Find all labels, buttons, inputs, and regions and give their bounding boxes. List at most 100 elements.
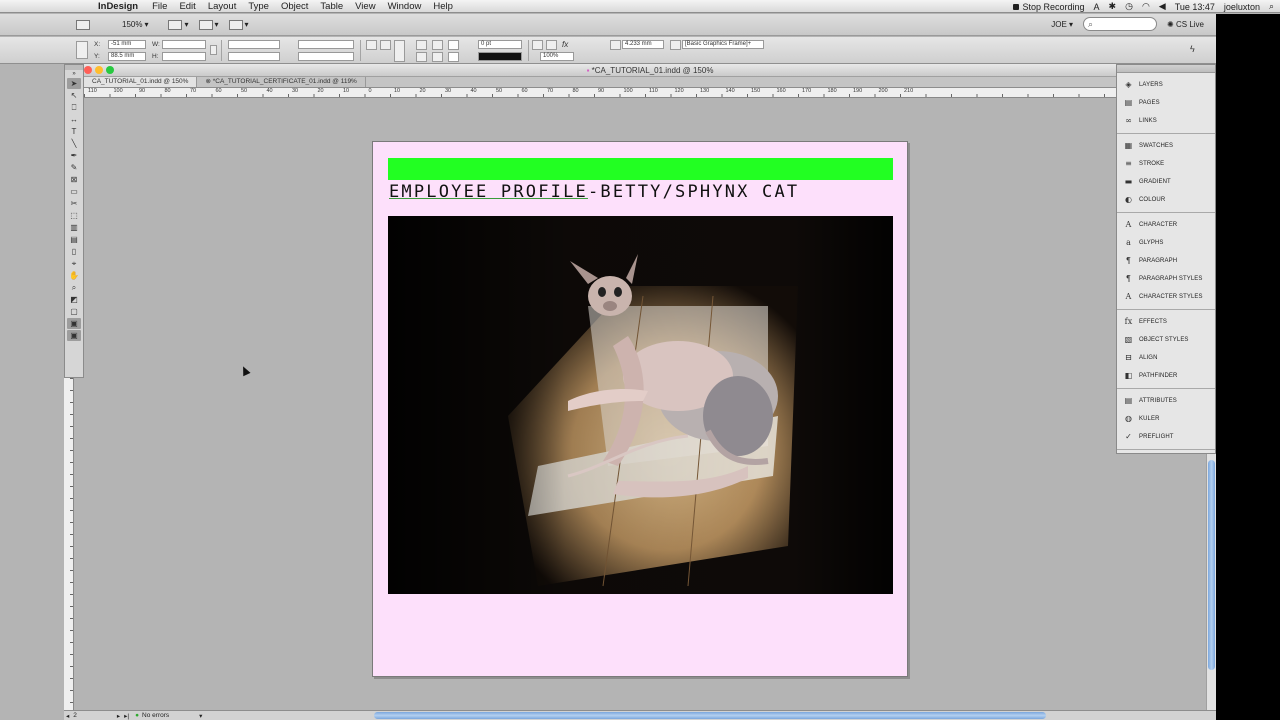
direct-selection-tool-icon[interactable]: ↖ <box>67 90 81 101</box>
height-field[interactable] <box>162 52 206 61</box>
app-menu[interactable]: InDesign <box>98 1 138 12</box>
scissors-tool-icon[interactable]: ✂ <box>67 198 81 209</box>
panel-item-character[interactable]: A CHARACTER <box>1117 216 1215 234</box>
zoom-tool-icon[interactable]: ⌕ <box>67 282 81 293</box>
eyedropper-tool-icon[interactable]: ⌖ <box>67 258 81 269</box>
close-icon[interactable] <box>84 66 92 74</box>
pencil-tool-icon[interactable]: ✎ <box>67 162 81 173</box>
flip-vertical-icon[interactable] <box>416 52 427 62</box>
flip-horizontal-icon[interactable] <box>416 40 427 50</box>
fit-content-icon[interactable] <box>532 40 543 50</box>
clock[interactable]: Tue 13:47 <box>1175 2 1215 12</box>
stroke-swatch-icon[interactable] <box>448 52 459 62</box>
panel-item-pathfinder[interactable]: ◧ PATHFINDER <box>1117 367 1215 385</box>
adobe-icon[interactable]: A <box>1094 2 1100 12</box>
vertical-ruler[interactable] <box>64 378 74 710</box>
panel-item-swatches[interactable]: ▦ SWATCHES <box>1117 137 1215 155</box>
bridge-icon[interactable] <box>76 19 90 30</box>
panel-item-paragraph[interactable]: ¶ PARAGRAPH <box>1117 252 1215 270</box>
panel-item-kuler[interactable]: ◍ KULER <box>1117 410 1215 428</box>
arrange-documents-icon[interactable]: ▾ <box>228 19 249 30</box>
gap-tool-icon[interactable]: ↔ <box>67 114 81 125</box>
panel-item-pages[interactable]: ▤ PAGES <box>1117 94 1215 112</box>
menu-edit[interactable]: Edit <box>179 1 195 12</box>
rectangle-frame-tool-icon[interactable]: ⊠ <box>67 174 81 185</box>
panel-item-layers[interactable]: ◈ LAYERS <box>1117 76 1215 94</box>
bluetooth-icon[interactable]: ✱ <box>1109 1 1117 12</box>
width-field[interactable] <box>162 40 206 49</box>
fill-stroke-icon[interactable]: ◩ <box>67 294 81 305</box>
headline-text-frame[interactable]: EMPLOYEE PROFILE-BETTY/SPHYNX CAT <box>389 182 799 202</box>
last-page-icon[interactable]: ▸| <box>124 712 129 720</box>
page-number-field[interactable]: 2 <box>73 712 77 719</box>
minimize-icon[interactable] <box>95 66 103 74</box>
close-tab-icon[interactable]: ⊗ <box>205 78 212 85</box>
spotlight-icon[interactable]: ⌕ <box>1269 1 1274 12</box>
opacity-field[interactable]: 100% <box>540 52 574 61</box>
panel-item-align[interactable]: ⊟ ALIGN <box>1117 349 1215 367</box>
panel-item-character-styles[interactable]: A CHARACTER STYLES <box>1117 288 1215 306</box>
rotation-field[interactable] <box>298 40 354 49</box>
zoom-level-dropdown[interactable]: 150% ▾ <box>122 20 148 29</box>
pen-tool-icon[interactable]: ✒ <box>67 150 81 161</box>
object-style-icon[interactable] <box>670 40 681 50</box>
scale-x-field[interactable] <box>228 40 280 49</box>
stop-recording-item[interactable]: Stop Recording <box>1013 2 1085 12</box>
wifi-icon[interactable]: ◠ <box>1142 1 1150 12</box>
menu-object[interactable]: Object <box>281 1 308 12</box>
panel-item-glyphs[interactable]: a GLYPHS <box>1117 234 1215 252</box>
rotate-ccw-icon[interactable] <box>380 40 391 50</box>
menu-help[interactable]: Help <box>433 1 453 12</box>
select-content-icon[interactable] <box>432 52 443 62</box>
x-position-field[interactable]: -51 mm <box>108 40 146 49</box>
panel-item-preflight[interactable]: ✓ PREFLIGHT <box>1117 428 1215 446</box>
menu-view[interactable]: View <box>355 1 375 12</box>
stroke-weight-field[interactable]: 0 pt <box>478 40 522 49</box>
cs-live-button[interactable]: ✺ CS Live <box>1167 20 1204 29</box>
horizontal-ruler[interactable]: 110 100 90 80 70 60 50 40 30 20 10 0 10 20 30 40 50 60 70 8… <box>84 88 1116 98</box>
view-options-icon[interactable]: ▾ <box>168 19 189 30</box>
document-page[interactable]: EMPLOYEE PROFILE-BETTY/SPHYNX CAT <box>372 141 908 677</box>
direction-p-icon[interactable] <box>394 40 405 62</box>
selection-tool-icon[interactable]: ➤ <box>67 78 81 89</box>
timemachine-icon[interactable]: ◷ <box>1125 1 1133 12</box>
dock-grip[interactable] <box>1117 65 1215 73</box>
vertical-scroll-thumb[interactable] <box>1208 460 1215 670</box>
panel-item-object-styles[interactable]: ▧ OBJECT STYLES <box>1117 331 1215 349</box>
panel-item-attributes[interactable]: ▤ ATTRIBUTES <box>1117 392 1215 410</box>
collapse-icon[interactable]: » <box>67 71 81 77</box>
normal-view-icon[interactable]: ▣ <box>67 318 81 329</box>
formatting-affects-icon[interactable]: ▢ <box>67 306 81 317</box>
preview-mode-icon[interactable]: ▣ <box>67 330 81 341</box>
scale-y-field[interactable] <box>228 52 280 61</box>
type-tool-icon[interactable]: T <box>67 126 81 137</box>
lightning-icon[interactable]: ϟ <box>1190 44 1195 54</box>
hand-tool-icon[interactable]: ✋ <box>67 270 81 281</box>
horizontal-scroll-thumb[interactable] <box>374 712 1046 719</box>
rotate-icon[interactable] <box>366 40 377 50</box>
vertical-scrollbar[interactable] <box>1206 454 1216 710</box>
menu-layout[interactable]: Layout <box>208 1 237 12</box>
shear-field[interactable] <box>298 52 354 61</box>
cat-photo-frame[interactable] <box>388 216 893 594</box>
panel-item-colour[interactable]: ◐ COLOUR <box>1117 191 1215 209</box>
auto-fit-icon[interactable] <box>610 40 621 50</box>
menu-file[interactable]: File <box>152 1 167 12</box>
preflight-status-icon[interactable]: ● <box>135 712 139 719</box>
page-tool-icon[interactable]: ⎕ <box>67 102 81 113</box>
green-header-bar[interactable] <box>388 158 893 180</box>
panel-item-paragraph-styles[interactable]: ¶ PARAGRAPH STYLES <box>1117 270 1215 288</box>
panel-item-effects[interactable]: fx EFFECTS <box>1117 313 1215 331</box>
screen-mode-icon[interactable]: ▾ <box>198 19 219 30</box>
object-style-dropdown[interactable]: [Basic Graphics Frame]+ <box>682 40 764 49</box>
volume-icon[interactable]: ◀ <box>1159 1 1166 12</box>
free-transform-tool-icon[interactable]: ⬚ <box>67 210 81 221</box>
reference-point-icon[interactable] <box>76 41 88 59</box>
workspace-switcher[interactable]: JOE ▾ <box>1051 20 1073 29</box>
tab-ca-tutorial[interactable]: CA_TUTORIAL_01.indd @ 150% <box>84 77 198 87</box>
panel-item-links[interactable]: ∞ LINKS <box>1117 112 1215 130</box>
gradient-swatch-tool-icon[interactable]: ▥ <box>67 222 81 233</box>
gap-field[interactable]: 4.233 mm <box>622 40 664 49</box>
rectangle-tool-icon[interactable]: ▭ <box>67 186 81 197</box>
constrain-proportions-icon[interactable] <box>210 45 217 55</box>
